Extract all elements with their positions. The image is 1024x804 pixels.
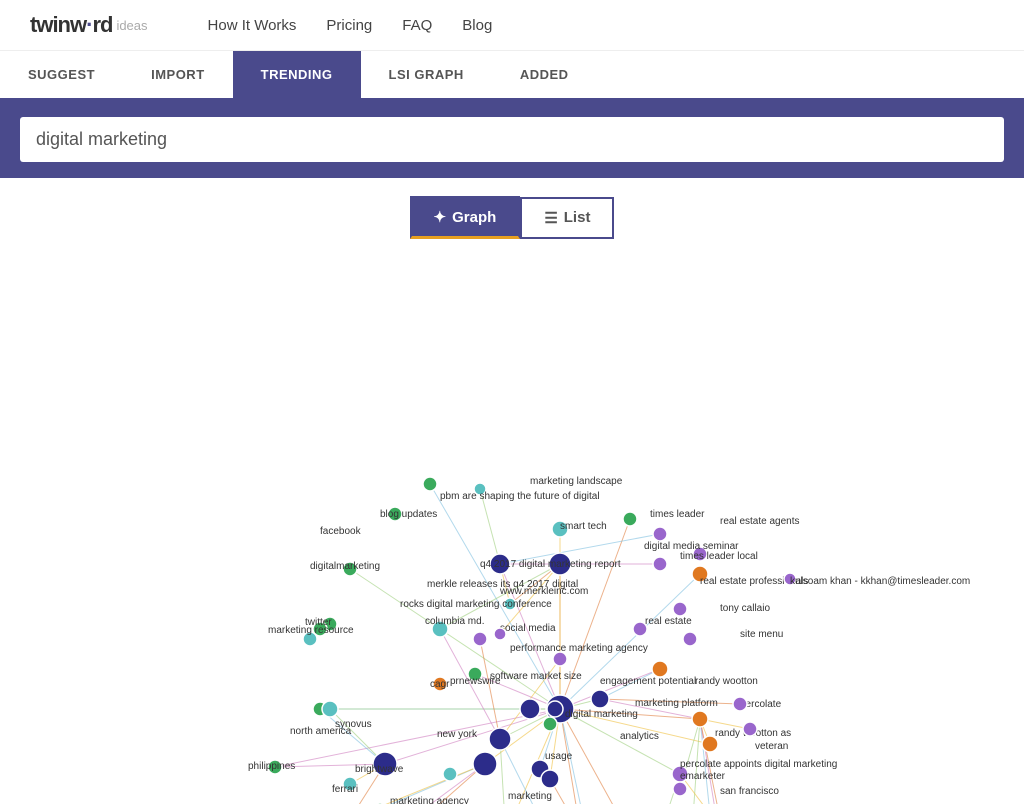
graph-node[interactable] [692,711,708,727]
list-label: List [564,209,591,226]
tab-added[interactable]: ADDED [492,51,597,98]
logo-text: twinw·rd [30,12,112,38]
graph-node[interactable] [553,652,567,666]
node-label: performance marketing agency [510,643,648,654]
node-label: merkle releases its q4 2017 digital [427,579,578,590]
graph-node[interactable] [541,770,559,788]
list-icon: ☰ [544,209,557,227]
graph-node[interactable] [494,628,506,640]
node-label: emarketer [680,771,726,782]
graph-label: Graph [452,209,496,226]
node-label: q4 2017 digital marketing report [480,559,621,570]
node-label: times leader local [680,551,758,562]
node-label: pbm are shaping the future of digital [440,491,600,502]
graph-svg: digital marketing marketing agency marketi… [0,249,1024,804]
tab-import[interactable]: IMPORT [123,51,233,98]
graph-node[interactable] [547,701,563,717]
tab-trending[interactable]: TRENDING [233,51,361,98]
tab-suggest[interactable]: SUGGEST [0,51,123,98]
node-label: real estate agents [720,516,800,527]
header: twinw·rd ideas How It Works Pricing FAQ … [0,0,1024,51]
node-label: social media [500,623,556,634]
node-label: kulsoam khan - kkhan@timesleader.com [790,576,970,587]
node-label: marketing agency [390,796,469,804]
node-label: rocks digital marketing conference [400,599,552,610]
node-label: site menu [740,629,783,640]
node-label: randy wootton [695,676,758,687]
node-label: new york [437,729,478,740]
graph-icon: ✦ [434,208,447,226]
graph-node[interactable] [673,602,687,616]
graph-node[interactable] [683,632,697,646]
graph-node[interactable] [653,527,667,541]
node-label: times leader [650,509,705,520]
tab-lsi-graph[interactable]: LSI GRAPH [361,51,492,98]
node-label: synovus [335,719,372,730]
node-label: marketing resource [268,625,354,636]
node-label: ferrari [332,784,358,795]
nav-blog[interactable]: Blog [462,17,492,34]
list-view-button[interactable]: ☰ List [520,197,614,239]
nav-pricing[interactable]: Pricing [326,17,372,34]
tab-bar: SUGGEST IMPORT TRENDING LSI GRAPH ADDED [0,51,1024,101]
node-label: digital marketing [565,709,638,720]
main-nav: How It Works Pricing FAQ Blog [208,17,493,34]
node-label: brightwave [355,764,404,775]
node-label: engagement potential [600,676,696,687]
graph-node[interactable] [543,717,557,731]
node-label: percolate appoints digital marketing [680,759,837,770]
node-label: marketing landscape [530,476,623,487]
graph-node[interactable] [591,690,609,708]
graph-node[interactable] [443,767,457,781]
logo: twinw·rd ideas [30,12,148,38]
graph-node[interactable] [489,728,511,750]
graph-node[interactable] [473,632,487,646]
nav-faq[interactable]: FAQ [402,17,432,34]
search-bar [0,101,1024,178]
node-label: marketing [508,791,552,802]
node-label: analytics [620,731,659,742]
node-label: philippines [248,761,295,772]
logo-dot: · [86,12,92,37]
graph-node[interactable] [520,699,540,719]
graph-node[interactable] [423,477,437,491]
nav-how-it-works[interactable]: How It Works [208,17,297,34]
node-label: real estate [645,616,692,627]
node-label: veteran [755,741,788,752]
node-label: cagr [430,679,450,690]
search-input[interactable] [20,117,1004,162]
graph-node[interactable] [653,557,667,571]
node-label: tony callaio [720,603,770,614]
graph-controls: ✦ Graph ☰ List [0,178,1024,249]
node-label: san francisco [720,786,779,797]
node-label: marketing platform [635,698,718,709]
node-label: facebook [320,526,362,537]
logo-ideas: ideas [116,18,147,33]
graph-node[interactable] [743,722,757,736]
graph-node[interactable] [652,661,668,677]
node-label: software market size [490,671,582,682]
node-label: digitalmarketing [310,561,380,572]
graph-node[interactable] [623,512,637,526]
graph-node[interactable] [322,701,338,717]
graph-node[interactable] [733,697,747,711]
graph-area: digital marketing marketing agency marketi… [0,249,1024,804]
graph-node[interactable] [673,782,687,796]
node-label: columbia md. [425,616,484,627]
graph-node[interactable] [473,752,497,776]
node-label: blog updates [380,509,437,520]
node-label: prnewswire [450,676,501,687]
graph-view-button[interactable]: ✦ Graph [410,196,521,239]
node-label: smart tech [560,521,607,532]
node-label: usage [545,751,573,762]
